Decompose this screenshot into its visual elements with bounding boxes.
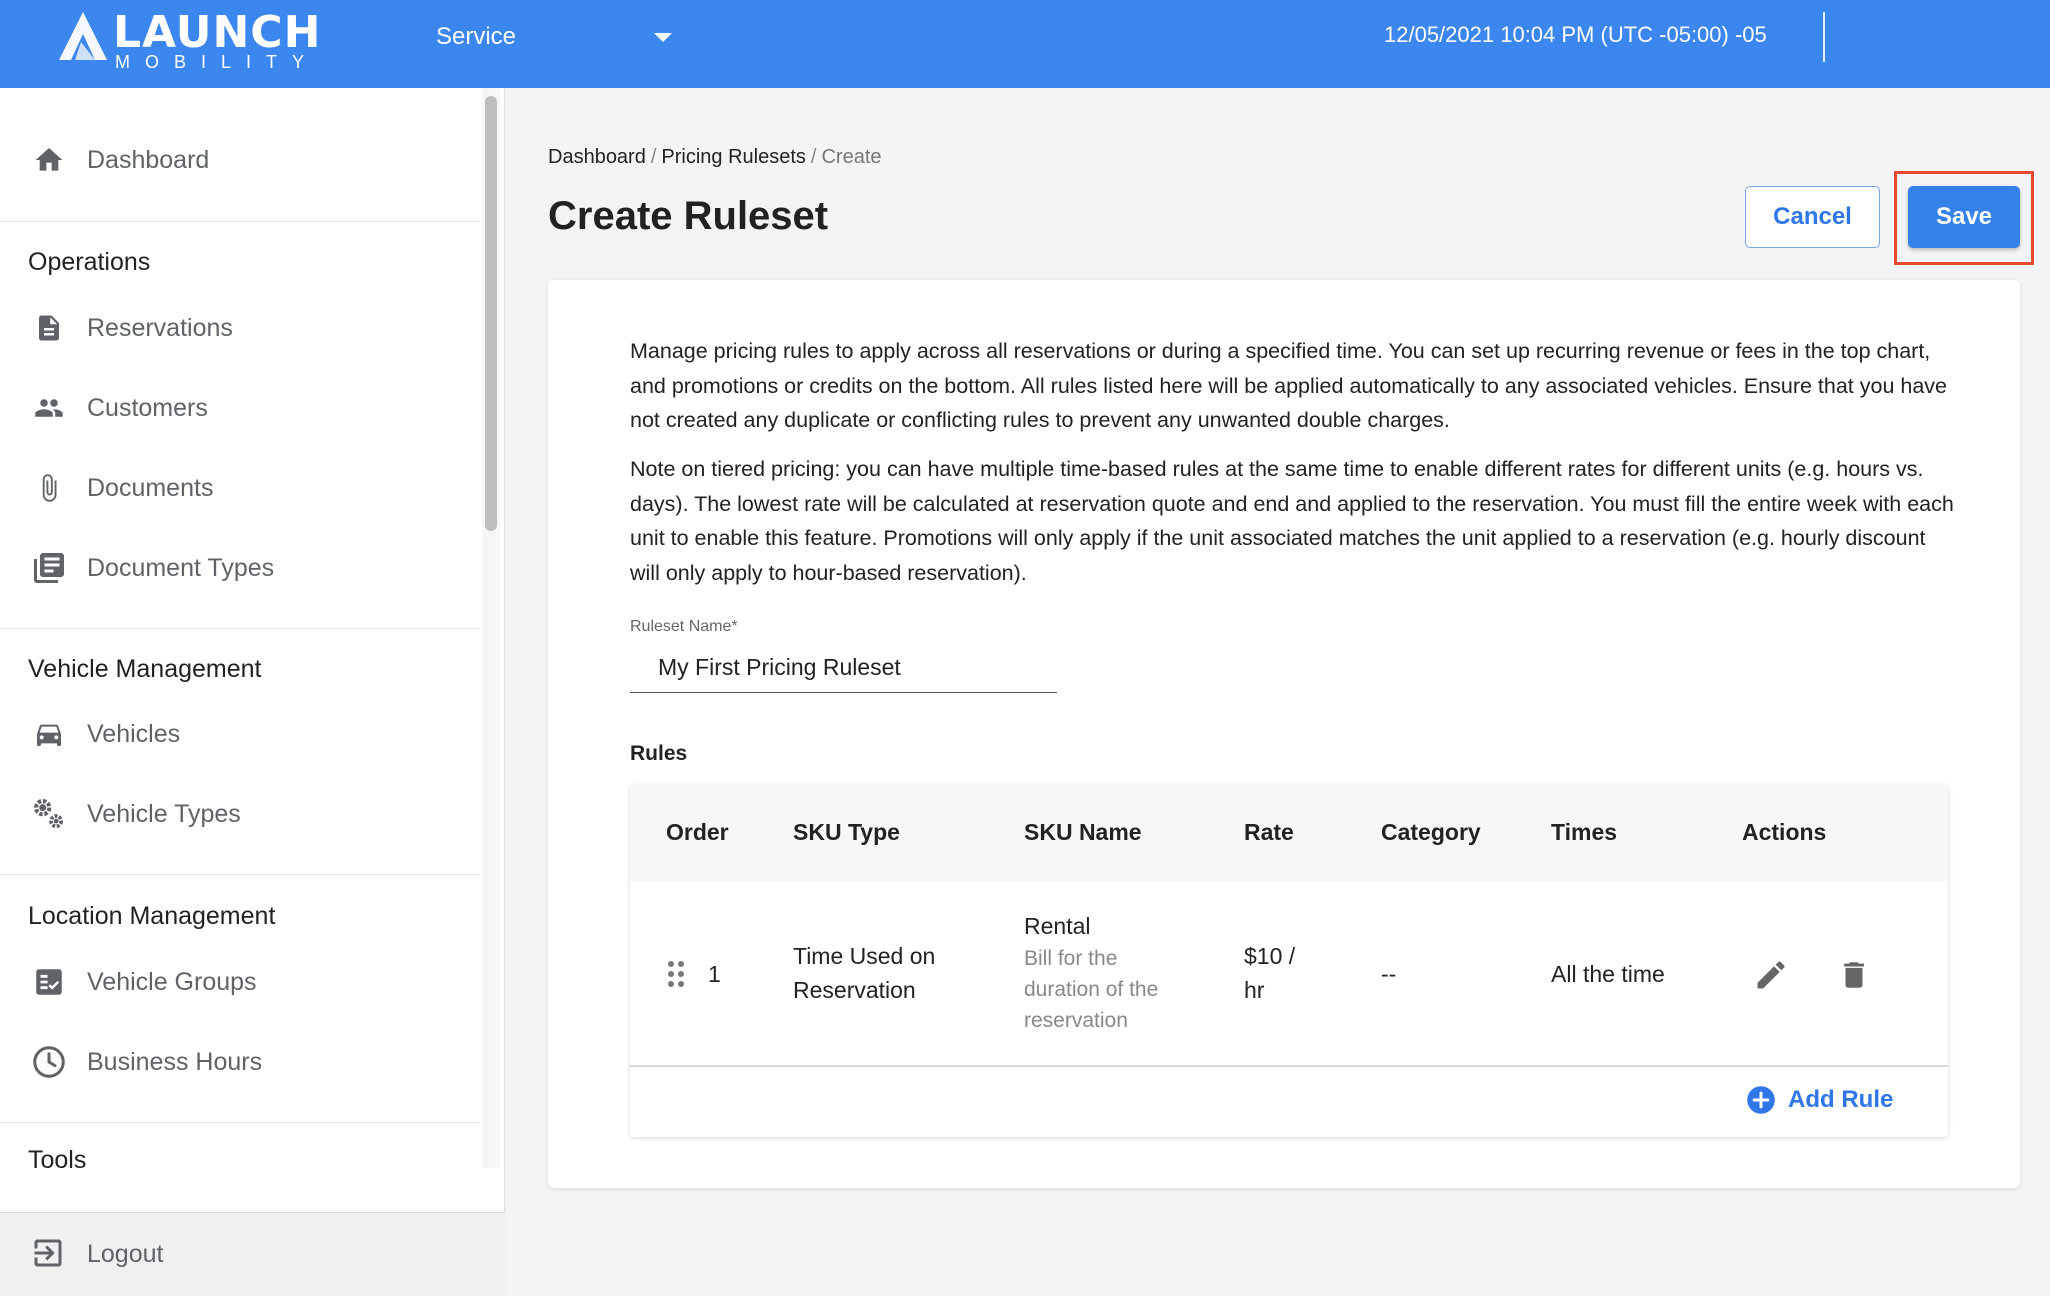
car-icon — [30, 715, 68, 753]
ruleset-name-label: Ruleset Name* — [630, 618, 738, 635]
breadcrumb-pricing-rulesets[interactable]: Pricing Rulesets — [661, 146, 806, 169]
sidebar-item-label: Dashboard — [87, 145, 210, 174]
sidebar-item-label: Vehicle Types — [87, 799, 241, 828]
rule-order: 1 — [708, 961, 721, 987]
sidebar-item-reservations[interactable]: Reservations — [0, 288, 480, 368]
rule-rate-line: hr — [1244, 977, 1265, 1003]
delete-icon[interactable] — [1834, 955, 1874, 995]
column-header-order: Order — [666, 819, 729, 845]
breadcrumb-separator: / — [650, 146, 657, 168]
sidebar-item-vehicle-groups[interactable]: Vehicle Groups — [0, 942, 480, 1022]
sidebar-item-customers[interactable]: Customers — [0, 368, 480, 448]
sidebar-item-label: Vehicles — [87, 719, 181, 748]
sidebar-item-vehicles[interactable]: Vehicles — [0, 694, 480, 774]
launch-mobility-logo[interactable]: LAUNCH MOBILITY — [55, 8, 320, 72]
rule-rate: $10 / hr — [1244, 939, 1295, 1007]
column-header-actions: Actions — [1742, 819, 1827, 845]
rule-times: All the time — [1551, 961, 1665, 987]
sidebar-scrollbar-thumb[interactable] — [485, 96, 497, 531]
current-datetime: 12/05/2021 10:04 PM (UTC -05:00) -05 — [1384, 22, 1767, 47]
breadcrumb-current: Create — [821, 146, 882, 168]
logo-subtext: MOBILITY — [115, 52, 320, 72]
sidebar-item-dashboard[interactable]: Dashboard — [0, 120, 480, 200]
logo-mark-icon — [59, 12, 107, 60]
rule-sku-type: Time Used on Reservation — [793, 939, 935, 1007]
section-title-vehicle-management: Vehicle Management — [28, 655, 262, 683]
sidebar: Dashboard Operations Reservations Custom… — [0, 88, 505, 1296]
sidebar-item-label: Business Hours — [87, 1047, 263, 1076]
sidebar-item-label: Documents — [87, 473, 214, 502]
logout-label: Logout — [87, 1240, 164, 1268]
chevron-down-icon — [654, 32, 672, 42]
sidebar-divider — [0, 628, 480, 629]
rules-table-header: Order SKU Type SKU Name Rate Category Ti… — [630, 785, 1948, 881]
service-dropdown-label: Service — [436, 23, 517, 50]
ruleset-name-input[interactable] — [630, 642, 1057, 693]
section-title-tools: Tools — [28, 1146, 87, 1168]
rule-sku-type-line: Reservation — [793, 977, 916, 1003]
sidebar-item-label: Vehicle Groups — [87, 967, 257, 996]
rule-sku-name: Rental Bill for the duration of the rese… — [1024, 909, 1158, 1036]
top-bar: LAUNCH MOBILITY Service 12/05/2021 10:04… — [0, 0, 2050, 88]
edit-icon[interactable] — [1751, 955, 1791, 995]
sidebar-nav[interactable]: Dashboard Operations Reservations Custom… — [0, 88, 480, 1168]
column-header-sku-name: SKU Name — [1024, 819, 1142, 845]
gears-icon — [30, 795, 68, 833]
clock-icon — [30, 1043, 68, 1081]
cancel-button[interactable]: Cancel — [1745, 186, 1880, 248]
sidebar-item-label: Document Types — [87, 553, 275, 582]
breadcrumb: Dashboard / Pricing Rulesets / Create — [548, 146, 882, 169]
add-rule-button[interactable]: Add Rule — [1746, 1085, 1893, 1115]
rule-rate-line: $10 / — [1244, 943, 1296, 969]
rules-heading: Rules — [630, 742, 688, 765]
header-divider — [1823, 12, 1825, 62]
rule-sku-description-line: reservation — [1024, 1009, 1128, 1032]
logout-icon — [30, 1235, 68, 1273]
breadcrumb-separator: / — [810, 146, 817, 168]
rule-category: -- — [1381, 961, 1397, 987]
home-icon — [30, 141, 68, 179]
table-row: 1 Time Used on Reservation Rental Bill f… — [630, 881, 1948, 1067]
column-header-category: Category — [1381, 819, 1481, 845]
add-rule-label: Add Rule — [1788, 1086, 1894, 1113]
rule-sku-type-line: Time Used on — [793, 943, 936, 969]
rule-sku-description-line: duration of the — [1024, 978, 1159, 1001]
save-button[interactable]: Save — [1908, 186, 2020, 248]
rule-sku-description-line: Bill for the — [1024, 947, 1118, 970]
logout-button[interactable]: Logout — [0, 1212, 505, 1296]
sidebar-item-documents[interactable]: Documents — [0, 448, 480, 528]
people-icon — [30, 389, 68, 427]
sidebar-divider — [0, 874, 480, 875]
section-title-location-management: Location Management — [28, 902, 276, 930]
add-circle-icon — [1747, 1086, 1775, 1114]
sidebar-item-business-hours[interactable]: Business Hours — [0, 1022, 480, 1102]
breadcrumb-dashboard[interactable]: Dashboard — [548, 146, 646, 169]
intro-paragraph: Manage pricing rules to apply across all… — [630, 339, 1948, 432]
document-icon — [30, 309, 68, 347]
column-header-rate: Rate — [1244, 819, 1294, 845]
column-header-sku-type: SKU Type — [793, 819, 900, 845]
tiered-pricing-note: Note on tiered pricing: you can have mul… — [630, 457, 1954, 585]
sidebar-item-document-types[interactable]: Document Types — [0, 528, 480, 608]
checklist-icon — [30, 963, 68, 1001]
library-icon — [30, 549, 68, 587]
rules-table: Order SKU Type SKU Name Rate Category Ti… — [630, 785, 1948, 1137]
page-title: Create Ruleset — [548, 194, 829, 238]
ruleset-card: Manage pricing rules to apply across all… — [548, 280, 2020, 1188]
rule-sku-name-title: Rental — [1024, 913, 1091, 939]
sidebar-item-label: Reservations — [87, 313, 233, 342]
section-title-operations: Operations — [28, 248, 151, 276]
sidebar-item-vehicle-types[interactable]: Vehicle Types — [0, 774, 480, 854]
column-header-times: Times — [1551, 819, 1618, 845]
drag-handle-icon[interactable] — [666, 959, 686, 989]
service-dropdown[interactable]: Service — [436, 18, 676, 56]
sidebar-divider — [0, 1122, 480, 1123]
sidebar-item-label: Customers — [87, 393, 208, 422]
sidebar-divider — [0, 221, 480, 222]
paperclip-icon — [30, 469, 68, 507]
